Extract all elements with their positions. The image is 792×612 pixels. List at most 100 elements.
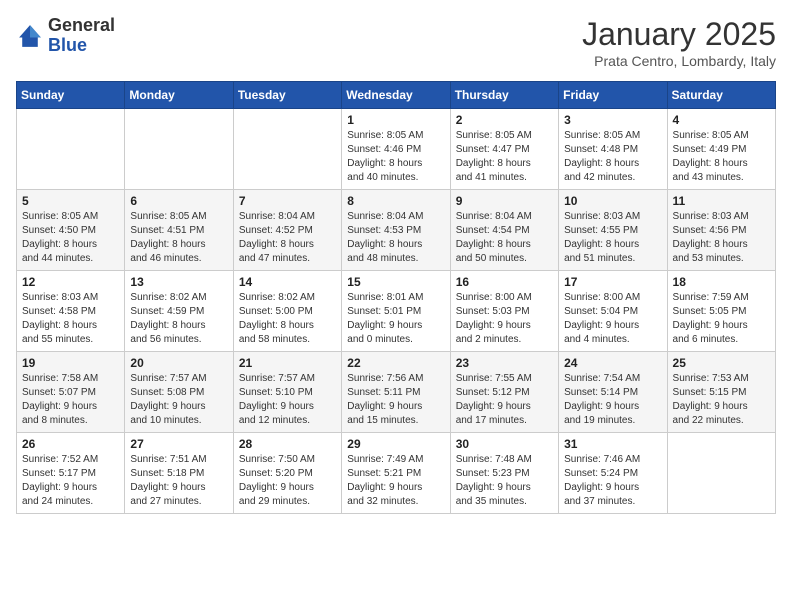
calendar-cell: 17 Sunrise: 8:00 AM Sunset: 5:04 PM Dayli… bbox=[559, 271, 667, 352]
calendar-cell bbox=[125, 109, 233, 190]
day-number: 27 bbox=[130, 437, 227, 451]
calendar-cell: 30Sunrise: 7:48 AM Sunset: 5:23 PM Dayli… bbox=[450, 433, 558, 514]
day-info: Sunrise: 7:57 AM Sunset: 5:08 PM Dayligh… bbox=[130, 372, 227, 428]
calendar-cell: 7 Sunrise: 8:04 AM Sunset: 4:52 PM Daylig… bbox=[233, 190, 341, 271]
calendar-cell: 1Sunrise: 8:05 AM Sunset: 4:46 PM Daylig… bbox=[342, 109, 450, 190]
day-of-week-header: Monday bbox=[125, 82, 233, 109]
day-of-week-header: Wednesday bbox=[342, 82, 450, 109]
calendar-cell: 10 Sunrise: 8:03 AM Sunset: 4:55 PM Dayli… bbox=[559, 190, 667, 271]
calendar-cell bbox=[667, 433, 775, 514]
calendar-cell: 27 Sunrise: 7:51 AM Sunset: 5:18 PM Dayli… bbox=[125, 433, 233, 514]
day-info: Sunrise: 8:05 AM Sunset: 4:51 PM Dayligh… bbox=[130, 210, 227, 266]
location-subtitle: Prata Centro, Lombardy, Italy bbox=[582, 53, 776, 69]
day-number: 21 bbox=[239, 356, 336, 370]
day-number: 17 bbox=[564, 275, 661, 289]
logo-icon bbox=[16, 22, 44, 50]
calendar-week-row: 1Sunrise: 8:05 AM Sunset: 4:46 PM Daylig… bbox=[17, 109, 776, 190]
day-number: 6 bbox=[130, 194, 227, 208]
calendar-cell bbox=[233, 109, 341, 190]
day-info: Sunrise: 8:05 AM Sunset: 4:49 PM Dayligh… bbox=[673, 129, 770, 185]
day-number: 22 bbox=[347, 356, 444, 370]
day-info: Sunrise: 7:53 AM Sunset: 5:15 PM Dayligh… bbox=[673, 372, 770, 428]
day-info: Sunrise: 7:58 AM Sunset: 5:07 PM Dayligh… bbox=[22, 372, 119, 428]
day-info: Sunrise: 8:04 AM Sunset: 4:53 PM Dayligh… bbox=[347, 210, 444, 266]
day-number: 20 bbox=[130, 356, 227, 370]
logo-blue: Blue bbox=[48, 36, 115, 56]
calendar-week-row: 12Sunrise: 8:03 AM Sunset: 4:58 PM Dayli… bbox=[17, 271, 776, 352]
calendar-cell: 22 Sunrise: 7:56 AM Sunset: 5:11 PM Dayli… bbox=[342, 352, 450, 433]
day-number: 3 bbox=[564, 113, 661, 127]
calendar-cell: 19Sunrise: 7:58 AM Sunset: 5:07 PM Dayli… bbox=[17, 352, 125, 433]
day-number: 25 bbox=[673, 356, 770, 370]
day-number: 30 bbox=[456, 437, 553, 451]
day-number: 15 bbox=[347, 275, 444, 289]
day-info: Sunrise: 8:05 AM Sunset: 4:47 PM Dayligh… bbox=[456, 129, 553, 185]
day-info: Sunrise: 8:05 AM Sunset: 4:50 PM Dayligh… bbox=[22, 210, 119, 266]
day-info: Sunrise: 8:04 AM Sunset: 4:54 PM Dayligh… bbox=[456, 210, 553, 266]
logo: General Blue bbox=[16, 16, 115, 56]
day-number: 5 bbox=[22, 194, 119, 208]
calendar-cell: 3Sunrise: 8:05 AM Sunset: 4:48 PM Daylig… bbox=[559, 109, 667, 190]
calendar-cell: 25 Sunrise: 7:53 AM Sunset: 5:15 PM Dayli… bbox=[667, 352, 775, 433]
day-info: Sunrise: 8:03 AM Sunset: 4:55 PM Dayligh… bbox=[564, 210, 661, 266]
calendar-cell bbox=[17, 109, 125, 190]
day-number: 4 bbox=[673, 113, 770, 127]
day-of-week-header: Friday bbox=[559, 82, 667, 109]
day-number: 24 bbox=[564, 356, 661, 370]
title-block: January 2025 Prata Centro, Lombardy, Ita… bbox=[582, 16, 776, 69]
day-of-week-header: Saturday bbox=[667, 82, 775, 109]
calendar-cell: 13Sunrise: 8:02 AM Sunset: 4:59 PM Dayli… bbox=[125, 271, 233, 352]
calendar-week-row: 19Sunrise: 7:58 AM Sunset: 5:07 PM Dayli… bbox=[17, 352, 776, 433]
day-info: Sunrise: 7:55 AM Sunset: 5:12 PM Dayligh… bbox=[456, 372, 553, 428]
calendar-cell: 21 Sunrise: 7:57 AM Sunset: 5:10 PM Dayli… bbox=[233, 352, 341, 433]
day-number: 28 bbox=[239, 437, 336, 451]
day-number: 31 bbox=[564, 437, 661, 451]
day-number: 26 bbox=[22, 437, 119, 451]
day-info: Sunrise: 7:59 AM Sunset: 5:05 PM Dayligh… bbox=[673, 291, 770, 347]
day-info: Sunrise: 7:56 AM Sunset: 5:11 PM Dayligh… bbox=[347, 372, 444, 428]
day-number: 23 bbox=[456, 356, 553, 370]
calendar-cell: 28 Sunrise: 7:50 AM Sunset: 5:20 PM Dayli… bbox=[233, 433, 341, 514]
calendar-cell: 5 Sunrise: 8:05 AM Sunset: 4:50 PM Daylig… bbox=[17, 190, 125, 271]
day-info: Sunrise: 8:02 AM Sunset: 5:00 PM Dayligh… bbox=[239, 291, 336, 347]
calendar-cell: 18 Sunrise: 7:59 AM Sunset: 5:05 PM Dayli… bbox=[667, 271, 775, 352]
day-number: 7 bbox=[239, 194, 336, 208]
day-of-week-header: Tuesday bbox=[233, 82, 341, 109]
calendar-cell: 8Sunrise: 8:04 AM Sunset: 4:53 PM Daylig… bbox=[342, 190, 450, 271]
day-info: Sunrise: 8:00 AM Sunset: 5:03 PM Dayligh… bbox=[456, 291, 553, 347]
calendar-cell: 23 Sunrise: 7:55 AM Sunset: 5:12 PM Dayli… bbox=[450, 352, 558, 433]
calendar-cell: 29 Sunrise: 7:49 AM Sunset: 5:21 PM Dayli… bbox=[342, 433, 450, 514]
day-info: Sunrise: 7:54 AM Sunset: 5:14 PM Dayligh… bbox=[564, 372, 661, 428]
day-info: Sunrise: 7:52 AM Sunset: 5:17 PM Dayligh… bbox=[22, 453, 119, 509]
calendar-cell: 24 Sunrise: 7:54 AM Sunset: 5:14 PM Dayli… bbox=[559, 352, 667, 433]
day-info: Sunrise: 8:03 AM Sunset: 4:56 PM Dayligh… bbox=[673, 210, 770, 266]
day-number: 16 bbox=[456, 275, 553, 289]
logo-general: General bbox=[48, 16, 115, 36]
day-number: 14 bbox=[239, 275, 336, 289]
calendar-cell: 2Sunrise: 8:05 AM Sunset: 4:47 PM Daylig… bbox=[450, 109, 558, 190]
calendar-cell: 14 Sunrise: 8:02 AM Sunset: 5:00 PM Dayli… bbox=[233, 271, 341, 352]
day-info: Sunrise: 8:00 AM Sunset: 5:04 PM Dayligh… bbox=[564, 291, 661, 347]
day-info: Sunrise: 8:04 AM Sunset: 4:52 PM Dayligh… bbox=[239, 210, 336, 266]
month-title: January 2025 bbox=[582, 16, 776, 53]
calendar-cell: 15 Sunrise: 8:01 AM Sunset: 5:01 PM Dayli… bbox=[342, 271, 450, 352]
calendar-week-row: 26 Sunrise: 7:52 AM Sunset: 5:17 PM Dayli… bbox=[17, 433, 776, 514]
calendar-cell: 12Sunrise: 8:03 AM Sunset: 4:58 PM Dayli… bbox=[17, 271, 125, 352]
calendar-header-row: SundayMondayTuesdayWednesdayThursdayFrid… bbox=[17, 82, 776, 109]
day-number: 10 bbox=[564, 194, 661, 208]
day-info: Sunrise: 7:50 AM Sunset: 5:20 PM Dayligh… bbox=[239, 453, 336, 509]
day-of-week-header: Sunday bbox=[17, 82, 125, 109]
day-number: 18 bbox=[673, 275, 770, 289]
page-header: General Blue January 2025 Prata Centro, … bbox=[16, 16, 776, 69]
calendar-cell: 26 Sunrise: 7:52 AM Sunset: 5:17 PM Dayli… bbox=[17, 433, 125, 514]
day-info: Sunrise: 7:51 AM Sunset: 5:18 PM Dayligh… bbox=[130, 453, 227, 509]
day-info: Sunrise: 8:01 AM Sunset: 5:01 PM Dayligh… bbox=[347, 291, 444, 347]
day-info: Sunrise: 7:49 AM Sunset: 5:21 PM Dayligh… bbox=[347, 453, 444, 509]
day-number: 29 bbox=[347, 437, 444, 451]
day-number: 11 bbox=[673, 194, 770, 208]
day-number: 9 bbox=[456, 194, 553, 208]
day-info: Sunrise: 7:46 AM Sunset: 5:24 PM Dayligh… bbox=[564, 453, 661, 509]
day-number: 1 bbox=[347, 113, 444, 127]
day-info: Sunrise: 7:57 AM Sunset: 5:10 PM Dayligh… bbox=[239, 372, 336, 428]
calendar-table: SundayMondayTuesdayWednesdayThursdayFrid… bbox=[16, 81, 776, 514]
